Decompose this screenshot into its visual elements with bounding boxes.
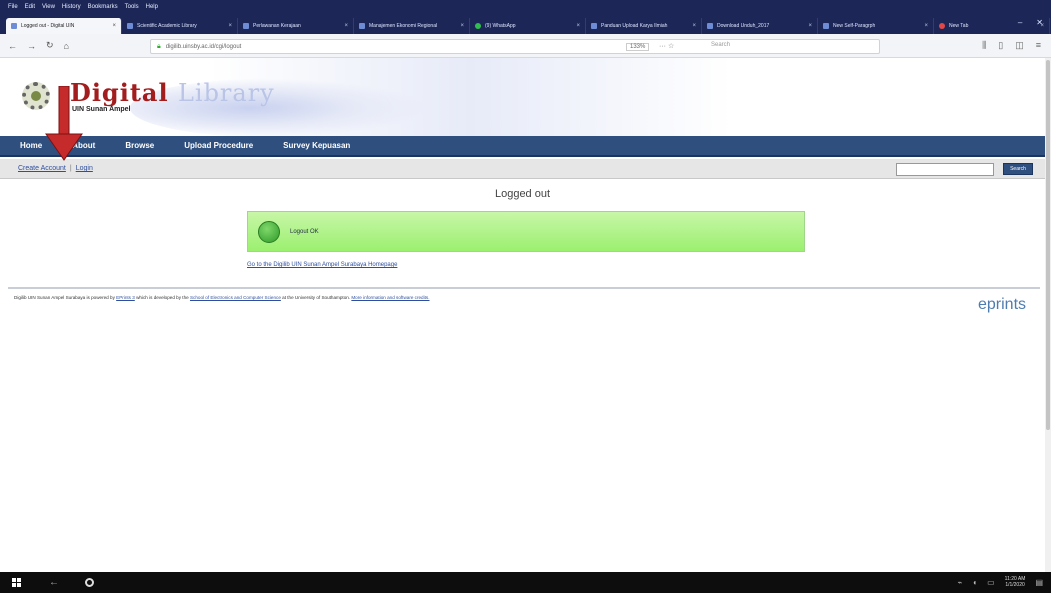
tab-label: (9) WhatsApp [485, 23, 516, 29]
create-account-link[interactable]: Create Account [18, 165, 66, 172]
menu-tools[interactable]: Tools [125, 4, 139, 10]
tab-label: Panduan Upload Karya Ilmiah [601, 23, 668, 29]
zoom-level[interactable]: 133% [626, 43, 650, 51]
toolbar-icons: ⫼ ▯ ◫ ≡ [982, 40, 1041, 51]
footer-text: Digilib UIN Sunan Ampel Surabaya is powe… [14, 295, 430, 300]
sidebar-icon[interactable]: ▯ [998, 40, 1003, 51]
taskbar-back-icon[interactable]: ← [49, 577, 59, 588]
windows-taskbar: ← ⌁ ◖ ▭ 11:20 AM 1/1/2020 ▤ [0, 572, 1051, 593]
library-icon[interactable]: ⫼ [982, 40, 986, 51]
tab-label: Scientific Academic Library [137, 23, 197, 29]
close-icon[interactable]: × [460, 23, 464, 29]
page-icon [707, 23, 713, 29]
browser-tab[interactable]: Logged out - Digital UIN × [6, 18, 122, 34]
account-bar: Create Account | Login [0, 159, 1045, 179]
home-icon[interactable]: ⌂ [64, 41, 69, 51]
homepage-link[interactable]: Go to the Digilib UIN Sunan Ampel Suraba… [247, 262, 397, 268]
browser-tab[interactable]: Panduan Upload Karya Ilmiah × [586, 18, 702, 34]
site-search-input[interactable] [896, 163, 994, 176]
close-icon[interactable]: × [924, 23, 928, 29]
url-text: digilib.uinsby.ac.id/cgi/logout [165, 43, 242, 50]
browser-tab[interactable]: Manajemen Ekonomi Regional × [354, 18, 470, 34]
tab-label: Manajemen Ekonomi Regional [369, 23, 438, 29]
page-icon [11, 23, 17, 29]
close-icon[interactable]: × [344, 23, 348, 29]
menu-edit[interactable]: Edit [25, 4, 35, 10]
menu-home[interactable]: Home [20, 141, 42, 150]
close-icon[interactable]: × [228, 23, 232, 29]
scrollbar-thumb[interactable] [1046, 60, 1050, 430]
screen: File Edit View History Bookmarks Tools H… [0, 0, 1051, 593]
site-logo-title[interactable]: Digital Library [70, 78, 275, 107]
minimize-icon[interactable]: – [1018, 18, 1022, 27]
notification-icon[interactable]: ▤ [1035, 578, 1043, 587]
eprints-link[interactable]: EPrints 3 [116, 295, 135, 300]
account-links: Create Account | Login [18, 165, 93, 172]
browser-tab[interactable]: (9) WhatsApp × [470, 18, 586, 34]
red-arrow-icon [45, 86, 83, 161]
system-tray: ⌁ ◖ ▭ 11:20 AM 1/1/2020 ▤ [957, 576, 1043, 588]
login-link[interactable]: Login [76, 165, 93, 172]
site-search-button[interactable]: Search [1003, 163, 1033, 175]
page-icon [591, 23, 597, 29]
back-icon[interactable]: ← [8, 41, 17, 51]
page-actions-icon[interactable]: ··· ☆ [659, 42, 674, 50]
close-icon[interactable]: × [576, 23, 580, 29]
menu-bookmarks[interactable]: Bookmarks [88, 4, 118, 10]
menu-history[interactable]: History [62, 4, 81, 10]
menu-upload-procedure[interactable]: Upload Procedure [184, 141, 253, 150]
close-icon[interactable]: × [112, 23, 116, 29]
keyboard-icon[interactable]: ▭ [987, 578, 995, 587]
tab-label: Download Unduh_2017 [717, 23, 770, 29]
tab-label: Perlawanan Kerajaan [253, 23, 301, 29]
close-icon[interactable]: × [808, 23, 812, 29]
menu-survey[interactable]: Survey Kepuasan [283, 141, 350, 150]
tab-label: New Self-Paragrph [833, 23, 876, 29]
footer-divider [8, 287, 1040, 289]
close-icon[interactable]: × [692, 23, 696, 29]
whatsapp-icon [475, 23, 481, 29]
menu-icon[interactable]: ≡ [1036, 40, 1041, 51]
page-icon [243, 23, 249, 29]
site-main-menu: Home About Browse Upload Procedure Surve… [0, 136, 1045, 157]
eprints-logo[interactable]: eprints [978, 296, 1026, 314]
page-title: Logged out [494, 188, 551, 200]
tab-label: Logged out - Digital UIN [21, 23, 75, 29]
reload-icon[interactable]: ↻ [46, 40, 54, 51]
credits-link[interactable]: More information and software credits. [351, 295, 429, 300]
network-icon[interactable]: ⌁ [957, 578, 962, 587]
firefox-icon [939, 23, 945, 29]
browser-tabbar: Logged out - Digital UIN × Scientific Aca… [0, 13, 1051, 34]
browser-search-input[interactable]: Search [711, 42, 730, 48]
windows-start-icon[interactable] [12, 578, 21, 587]
page-icon [127, 23, 133, 29]
browser-tab[interactable]: Scientific Academic Library × [122, 18, 238, 34]
browser-menubar: File Edit View History Bookmarks Tools H… [0, 0, 1051, 13]
lock-icon: 🔒︎ [157, 42, 161, 50]
volume-icon[interactable]: ◖ [972, 578, 977, 587]
page-icon [359, 23, 365, 29]
close-window-icon[interactable]: ✕ [1036, 18, 1043, 27]
menu-view[interactable]: View [42, 4, 55, 10]
site-header: Digital Library UIN Sunan Ampel [0, 58, 1045, 136]
window-controls: – ✕ [1018, 18, 1043, 27]
link-separator: | [69, 165, 72, 172]
url-bar[interactable]: 🔒︎ digilib.uinsby.ac.id/cgi/logout 133% … [150, 39, 880, 54]
page-icon [823, 23, 829, 29]
cortana-icon[interactable] [85, 578, 94, 587]
logout-message: Logout OK [290, 228, 319, 235]
extension-icon[interactable]: ◫ [1015, 40, 1024, 51]
menu-file[interactable]: File [8, 4, 18, 10]
clock[interactable]: 11:20 AM 1/1/2020 [1005, 576, 1026, 588]
tab-label: New Tab [949, 23, 969, 29]
logout-message-box: Logout OK [247, 211, 805, 252]
success-icon [258, 220, 280, 243]
browser-tab[interactable]: New Self-Paragrph × [818, 18, 934, 34]
forward-icon[interactable]: → [27, 41, 36, 51]
menu-help[interactable]: Help [146, 4, 158, 10]
browser-tab[interactable]: Perlawanan Kerajaan × [238, 18, 354, 34]
menu-browse[interactable]: Browse [125, 141, 154, 150]
ecs-link[interactable]: School of Electronics and Computer Scien… [190, 295, 281, 300]
browser-tab[interactable]: Download Unduh_2017 × [702, 18, 818, 34]
